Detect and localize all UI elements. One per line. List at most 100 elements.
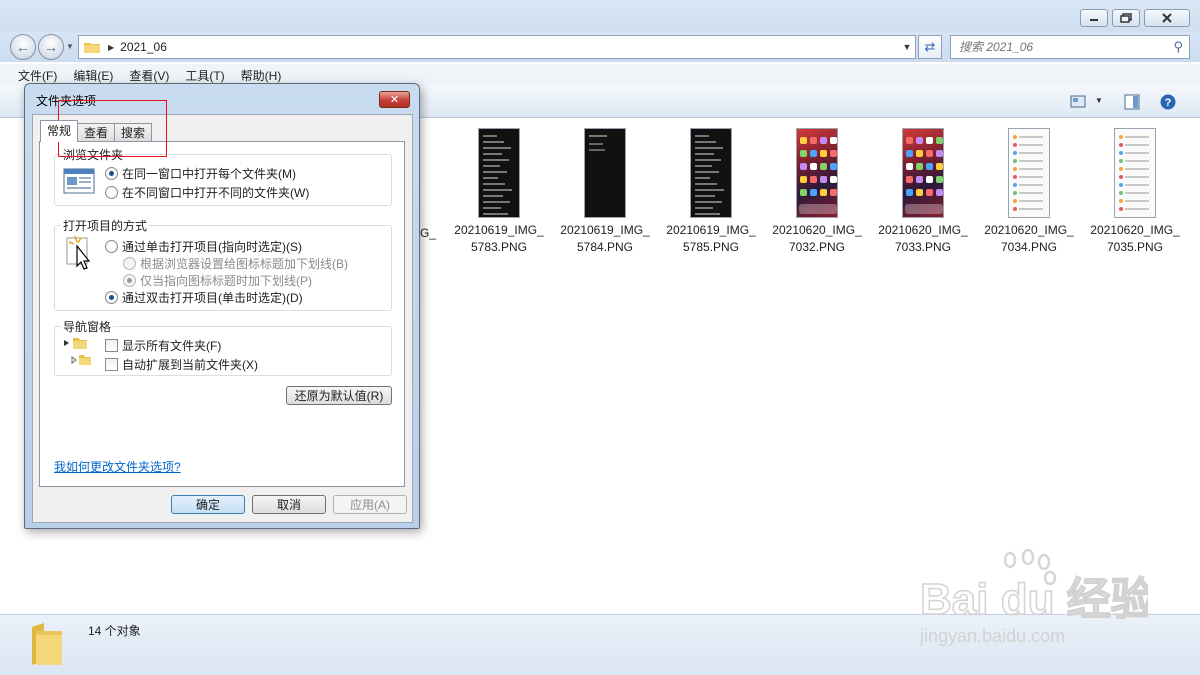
- menu-help[interactable]: 帮助(H): [241, 67, 282, 84]
- option-label: 仅当指向图标标题时加下划线(P): [140, 274, 312, 288]
- watermark-url: jingyan.baidu.com: [919, 626, 1065, 646]
- preview-pane-icon[interactable]: [1124, 94, 1140, 110]
- change-view-icon[interactable]: [1070, 94, 1086, 110]
- open-same-window-option[interactable]: 在同一窗口中打开每个文件夹(M): [105, 165, 296, 182]
- radio-button-selected[interactable]: [105, 167, 118, 180]
- file-name[interactable]: 20210619_IMG_ 5785.PNG: [658, 222, 764, 256]
- file-thumbnail[interactable]: [690, 128, 732, 218]
- window-controls: [1080, 9, 1190, 27]
- dialog-close-button[interactable]: ✕: [379, 91, 410, 108]
- file-thumbnail[interactable]: [1008, 128, 1050, 218]
- single-click-option[interactable]: 通过单击打开项目(指向时选定)(S): [105, 238, 302, 255]
- menu-file[interactable]: 文件(F): [18, 67, 57, 84]
- ok-button[interactable]: 确定: [171, 495, 245, 514]
- restore-button[interactable]: [1112, 9, 1140, 27]
- file-item[interactable]: 20210620_IMG_ 7033.PNG: [870, 128, 976, 268]
- show-all-folders-option[interactable]: 显示所有文件夹(F): [105, 337, 221, 354]
- file-name-line2: 5784.PNG: [576, 240, 634, 254]
- file-item[interactable]: 20210619_IMG_ 5783.PNG: [446, 128, 552, 268]
- file-item[interactable]: 20210620_IMG_ 7034.PNG: [976, 128, 1082, 268]
- tab-general[interactable]: 常规: [40, 120, 79, 142]
- back-button[interactable]: ←: [10, 34, 36, 60]
- file-name-line2: 5785.PNG: [682, 240, 740, 254]
- menu-tools[interactable]: 工具(T): [185, 67, 224, 84]
- click-cursor-icon: [66, 235, 91, 270]
- cancel-button[interactable]: 取消: [252, 495, 326, 514]
- partial-file-label: G_: [420, 226, 437, 240]
- close-window-button[interactable]: [1144, 9, 1190, 27]
- file-name-line1: 20210619_IMG_: [666, 223, 756, 237]
- help-icon[interactable]: ?: [1160, 94, 1176, 110]
- file-name-line1: 20210620_IMG_: [984, 223, 1074, 237]
- search-icon[interactable]: ⚲: [1173, 39, 1183, 55]
- restore-icon: [1120, 13, 1132, 23]
- option-label: 显示所有文件夹(F): [122, 339, 222, 353]
- file-name[interactable]: 20210619_IMG_ 5784.PNG: [552, 222, 658, 256]
- folder-icon: [84, 43, 100, 53]
- minimize-icon: [1090, 19, 1098, 21]
- breadcrumb-current-folder[interactable]: 2021_06: [120, 40, 167, 54]
- menu-edit[interactable]: 编辑(E): [73, 67, 113, 84]
- file-item[interactable]: 20210619_IMG_ 5784.PNG: [552, 128, 658, 268]
- radio-button-disabled: [123, 257, 136, 270]
- breadcrumb-arrow-icon[interactable]: ▶: [108, 43, 114, 52]
- option-label: 根据浏览器设置给图标标题加下划线(B): [140, 257, 348, 271]
- view-options-dropdown-icon[interactable]: ▼: [1095, 96, 1103, 105]
- file-name-line1: 20210619_IMG_: [560, 223, 650, 237]
- radio-button[interactable]: [105, 186, 118, 199]
- forward-button[interactable]: →: [38, 34, 64, 60]
- close-icon: [1162, 13, 1172, 23]
- address-dropdown-icon[interactable]: ▼: [899, 42, 915, 52]
- auto-expand-option[interactable]: 自动扩展到当前文件夹(X): [105, 356, 258, 373]
- file-thumbnail[interactable]: [902, 128, 944, 218]
- dialog-body: 常规 查看 搜索 浏览文件夹 在同一窗口中打开每个文件夹(M) 在不同窗口中打开…: [32, 114, 413, 523]
- file-thumbnail[interactable]: [1114, 128, 1156, 218]
- file-name-line2: 5783.PNG: [470, 240, 528, 254]
- file-name[interactable]: 20210620_IMG_ 7035.PNG: [1082, 222, 1188, 256]
- help-link[interactable]: 我如何更改文件夹选项?: [54, 458, 181, 475]
- forward-arrow-icon: →: [44, 39, 58, 55]
- file-thumbnail[interactable]: [584, 128, 626, 218]
- file-name[interactable]: 20210620_IMG_ 7032.PNG: [764, 222, 870, 256]
- general-tab-panel: 浏览文件夹 在同一窗口中打开每个文件夹(M) 在不同窗口中打开不同的文件夹(W): [39, 141, 405, 487]
- navigation-bar: ← → ▼ ▶ 2021_06 ▼ ⇄ ⚲: [0, 32, 1200, 62]
- restore-defaults-button[interactable]: 还原为默认值(R): [286, 386, 392, 405]
- refresh-button[interactable]: ⇄: [918, 35, 942, 59]
- browse-folders-icon: [63, 168, 95, 194]
- file-item[interactable]: 20210619_IMG_ 5785.PNG: [658, 128, 764, 268]
- underline-browser-option: 根据浏览器设置给图标标题加下划线(B): [123, 255, 348, 272]
- file-name[interactable]: 20210619_IMG_ 5783.PNG: [446, 222, 552, 256]
- file-name-line2: 7032.PNG: [788, 240, 846, 254]
- open-new-window-option[interactable]: 在不同窗口中打开不同的文件夹(W): [105, 184, 309, 201]
- file-name-line1: 20210620_IMG_: [878, 223, 968, 237]
- checkbox[interactable]: [105, 339, 118, 352]
- file-name-line1: 20210620_IMG_: [1090, 223, 1180, 237]
- search-input[interactable]: [959, 40, 1159, 54]
- file-thumbnail[interactable]: [478, 128, 520, 218]
- search-box[interactable]: ⚲: [950, 35, 1190, 59]
- file-item[interactable]: 20210620_IMG_ 7035.PNG: [1082, 128, 1188, 268]
- file-name[interactable]: 20210620_IMG_ 7034.PNG: [976, 222, 1082, 256]
- address-bar[interactable]: ▶ 2021_06 ▼: [78, 35, 916, 59]
- apply-button[interactable]: 应用(A): [333, 495, 407, 514]
- double-click-option[interactable]: 通过双击打开项目(单击时选定)(D): [105, 289, 303, 306]
- radio-button[interactable]: [105, 240, 118, 253]
- radio-button-selected[interactable]: [105, 291, 118, 304]
- close-icon: ✕: [389, 94, 400, 106]
- recent-pages-dropdown[interactable]: ▼: [66, 42, 74, 51]
- baidu-jingyan-watermark: Bai du 经验 jingyan.baidu.com: [919, 548, 1148, 646]
- item-count: 14 个对象: [88, 624, 141, 638]
- file-thumbnail[interactable]: [796, 128, 838, 218]
- checkbox[interactable]: [105, 358, 118, 371]
- option-label: 在同一窗口中打开每个文件夹(M): [122, 167, 296, 181]
- file-name[interactable]: 20210620_IMG_ 7033.PNG: [870, 222, 976, 256]
- navigation-pane-group: 导航窗格 显示所有文件夹(F) 自动扩展到当前文件夹(X): [54, 318, 392, 376]
- click-items-title: 打开项目的方式: [61, 217, 150, 234]
- browse-folders-group: 浏览文件夹 在同一窗口中打开每个文件夹(M) 在不同窗口中打开不同的文件夹(W): [54, 146, 392, 206]
- file-name-line2: 7035.PNG: [1106, 240, 1164, 254]
- navigation-tree-icon: [64, 338, 91, 365]
- menu-view[interactable]: 查看(V): [129, 67, 169, 84]
- file-name-line2: 7034.PNG: [1000, 240, 1058, 254]
- minimize-button[interactable]: [1080, 9, 1108, 27]
- file-item[interactable]: 20210620_IMG_ 7032.PNG: [764, 128, 870, 268]
